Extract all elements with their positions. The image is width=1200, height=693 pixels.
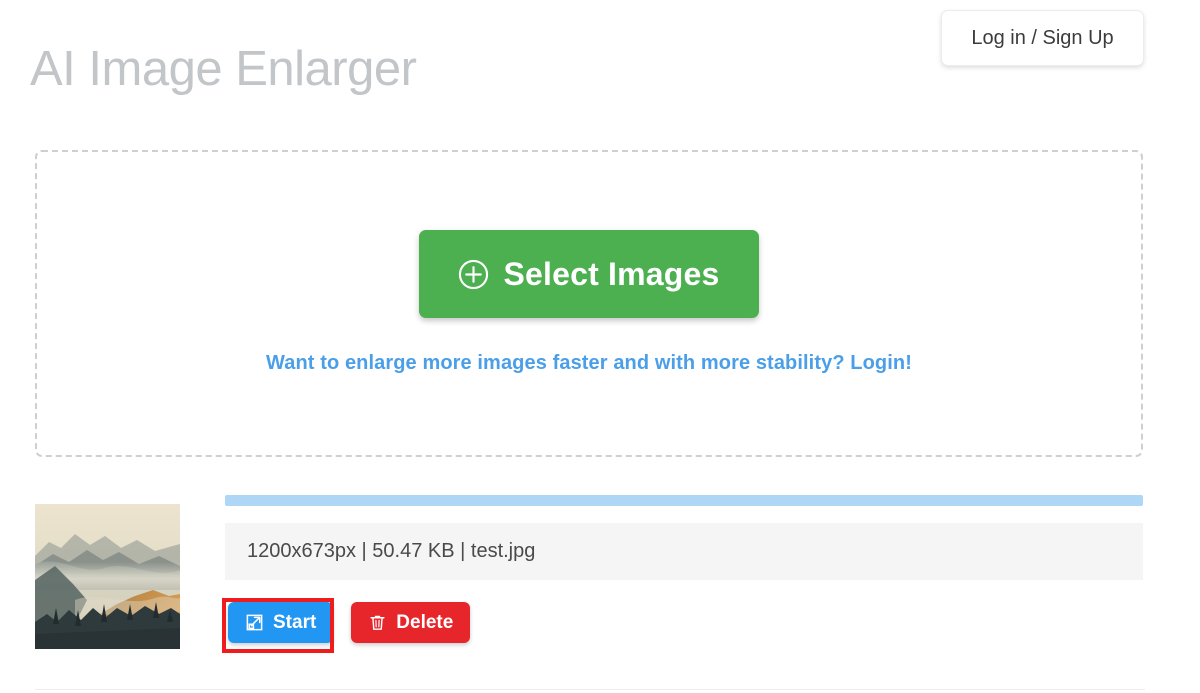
login-signup-label: Log in / Sign Up [971,26,1114,49]
file-action-buttons: Start Delete [228,602,471,643]
delete-button[interactable]: Delete [351,602,471,643]
uploaded-file-row: 1200x673px | 50.47 KB | test.jpg Start D… [0,495,1200,665]
start-button[interactable]: Start [228,602,334,643]
login-signup-button[interactable]: Log in / Sign Up [941,10,1144,66]
file-detail-panel: 1200x673px | 50.47 KB | test.jpg [225,495,1143,580]
file-dropzone[interactable]: Select Images Want to enlarge more image… [35,150,1143,457]
select-images-label: Select Images [503,255,720,292]
upload-progress-bar [225,495,1143,506]
page-title: AI Image Enlarger [30,41,417,96]
file-thumbnail [35,504,180,649]
login-promo-link[interactable]: Want to enlarge more images faster and w… [37,352,1141,375]
upload-progress-fill [225,495,1143,506]
expand-arrow-icon [245,613,264,632]
delete-button-label: Delete [396,611,454,633]
start-button-label: Start [273,611,317,633]
file-info-text: 1200x673px | 50.47 KB | test.jpg [247,540,536,562]
bottom-divider [35,689,1145,690]
plus-circle-icon [458,259,489,290]
select-images-button[interactable]: Select Images [419,230,759,318]
file-info-panel: 1200x673px | 50.47 KB | test.jpg [225,523,1143,580]
trash-icon [368,613,387,632]
